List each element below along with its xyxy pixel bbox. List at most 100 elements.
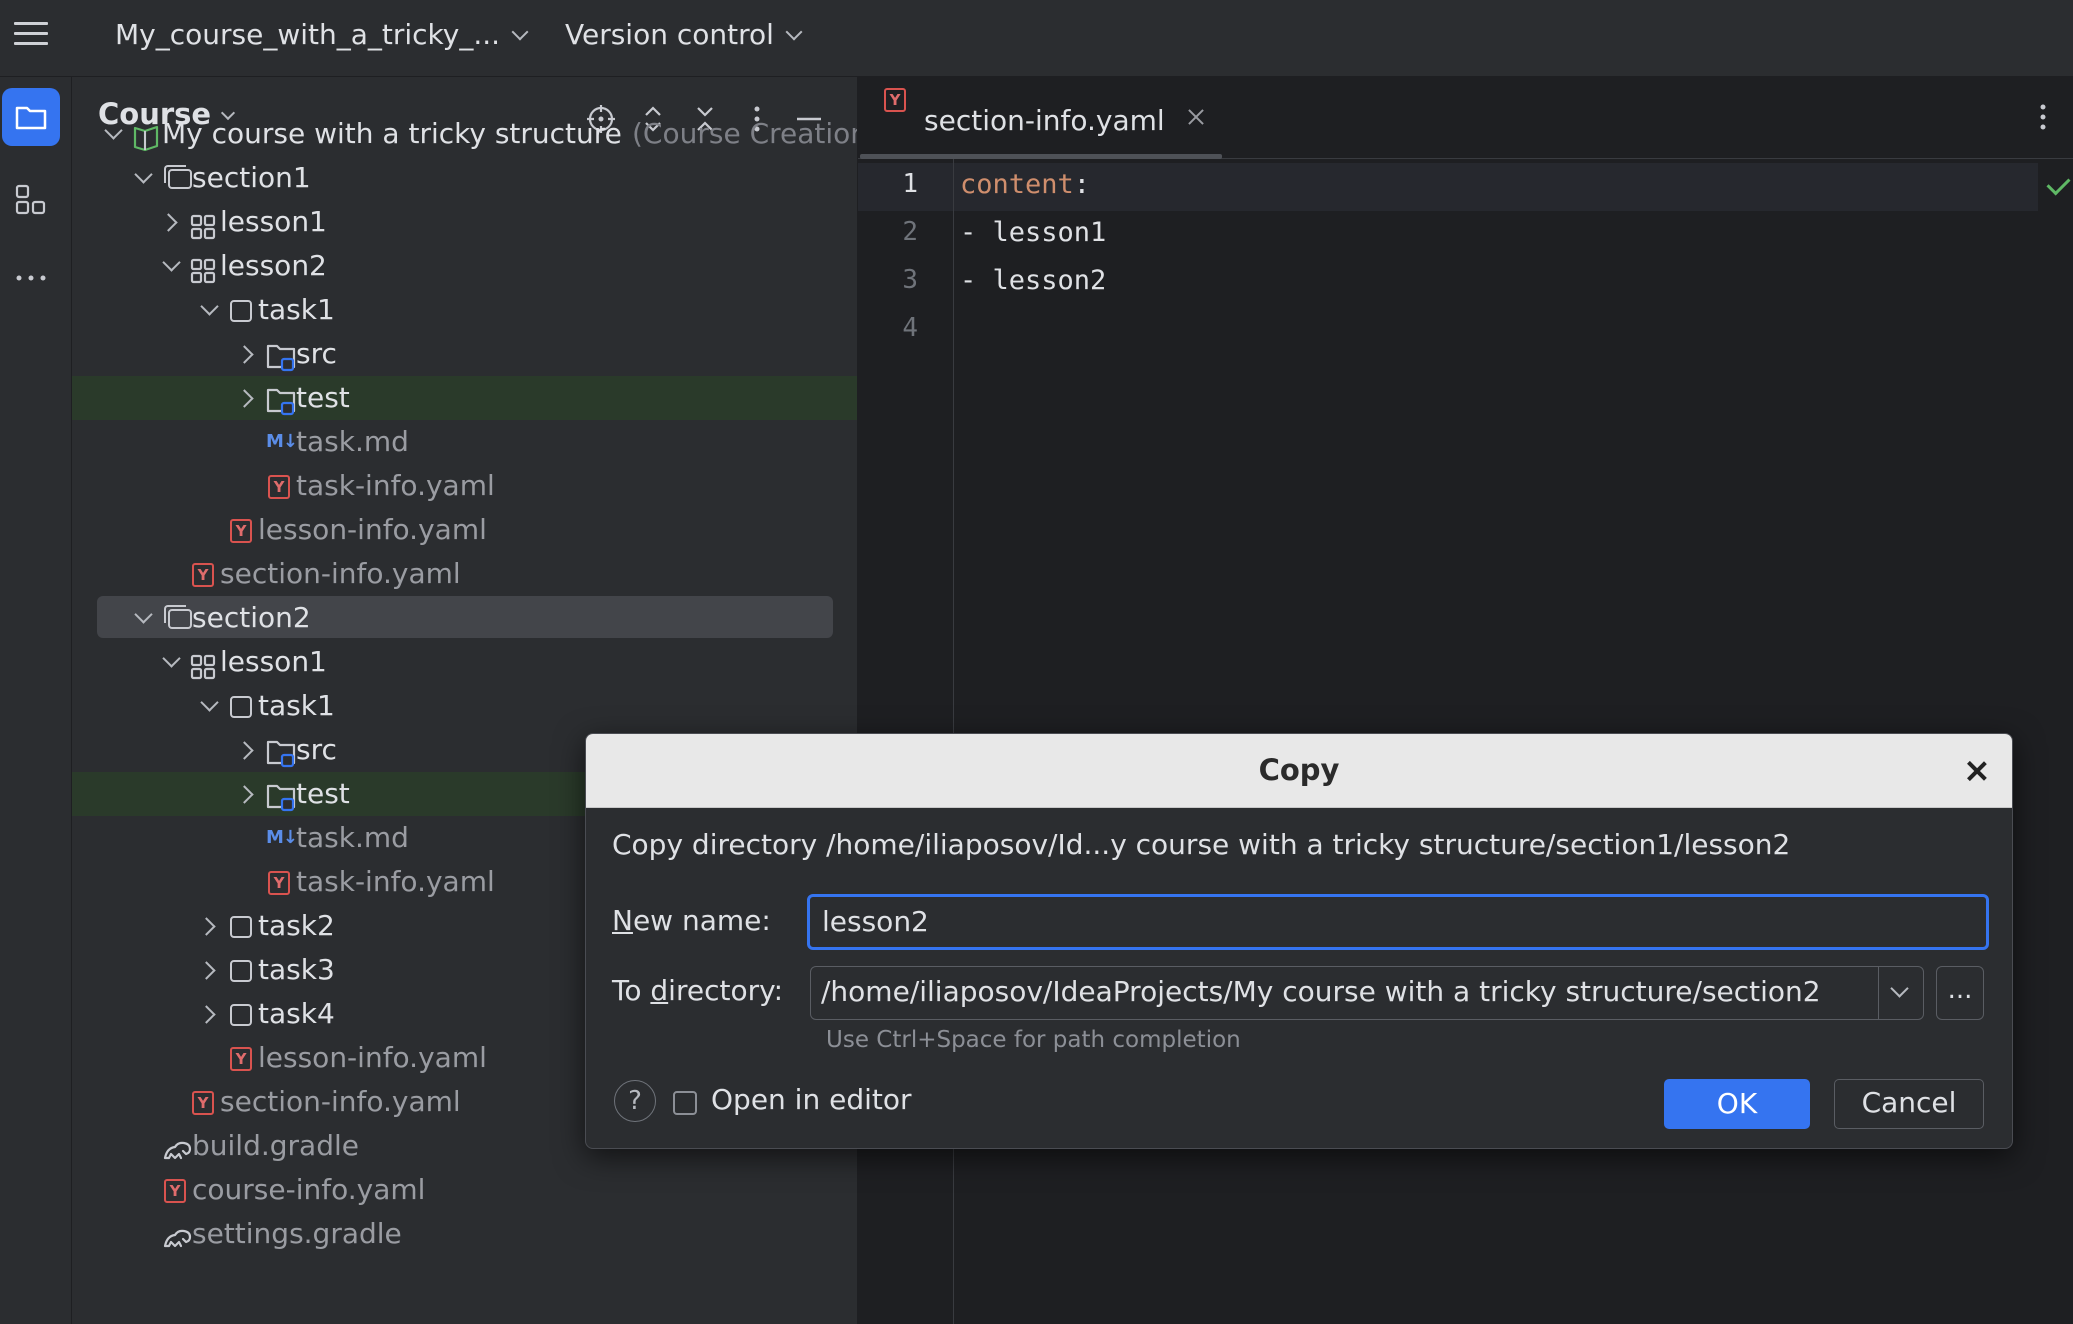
markdown-icon: M↓: [266, 827, 298, 848]
copy-dialog: Copy Copy directory /home/iliaposov/Id..…: [585, 733, 2013, 1149]
tree-item[interactable]: Ytask-info.yaml: [72, 464, 857, 508]
chevron-down-icon[interactable]: [198, 288, 220, 332]
to-directory-combo[interactable]: /home/iliaposov/IdeaProjects/My course w…: [810, 966, 1924, 1020]
chevron-down-icon[interactable]: [132, 596, 154, 640]
tree-item[interactable]: task1: [72, 684, 857, 728]
browse-button[interactable]: ...: [1936, 966, 1984, 1020]
tree-item-label: lesson-info.yaml: [258, 513, 487, 546]
tree-item[interactable]: M↓ task.md: [72, 420, 857, 464]
tree-item[interactable]: Ylesson-info.yaml: [72, 508, 857, 552]
dialog-message: Copy directory /home/iliaposov/Id...y co…: [612, 828, 1791, 861]
tree-item[interactable]: section2: [72, 596, 857, 640]
section-icon: [164, 165, 192, 189]
tree-item[interactable]: task1: [72, 288, 857, 332]
open-in-editor-checkbox[interactable]: [673, 1091, 697, 1115]
tree-item-label: src: [296, 337, 337, 370]
tree-item-label: task3: [258, 953, 335, 986]
tree-item-label: lesson2: [220, 249, 327, 282]
tree-item[interactable]: My course with a tricky structure (Course…: [72, 112, 858, 156]
chevron-down-icon[interactable]: [160, 640, 182, 684]
gradle-icon: [162, 1133, 192, 1161]
to-directory-label: To directory:: [612, 974, 784, 1007]
close-icon[interactable]: [1960, 754, 1994, 788]
task-icon: [230, 960, 252, 982]
tab-section-info-yaml[interactable]: Y section-info.yaml: [884, 77, 1165, 159]
ok-button[interactable]: OK: [1664, 1079, 1810, 1129]
structure-icon: [15, 184, 46, 215]
project-selector[interactable]: My_course_with_a_tricky_...: [115, 18, 529, 51]
yaml-icon: Y: [192, 1091, 214, 1115]
code-line[interactable]: content:: [960, 169, 1090, 200]
code-line[interactable]: - lesson2: [960, 265, 1106, 296]
chevron-right-icon[interactable]: [236, 728, 258, 772]
no-problems-check-icon[interactable]: [2046, 171, 2071, 196]
yaml-key: content: [960, 169, 1074, 200]
tree-item-label: course-info.yaml: [192, 1173, 426, 1206]
task-icon: [230, 1004, 252, 1026]
tree-item[interactable]: settings.gradle: [72, 1212, 857, 1256]
chevron-right-icon[interactable]: [236, 376, 258, 420]
chevron-down-icon[interactable]: [160, 244, 182, 288]
tree-item-label: task1: [258, 689, 335, 722]
chevron-right-icon[interactable]: [236, 332, 258, 376]
tab-close-icon[interactable]: [1176, 97, 1216, 137]
line-number: 3: [902, 265, 918, 295]
help-icon[interactable]: ?: [614, 1080, 656, 1122]
editor-options-icon[interactable]: [2039, 103, 2051, 135]
code-line[interactable]: - lesson1: [960, 217, 1106, 248]
tree-item[interactable]: lesson1: [72, 640, 857, 684]
chevron-right-icon[interactable]: [198, 948, 220, 992]
test-folder-icon: [266, 385, 296, 416]
tree-item[interactable]: test: [72, 376, 857, 420]
tree-item[interactable]: src: [72, 332, 857, 376]
vcs-selector[interactable]: Version control: [565, 18, 803, 51]
tab-label: section-info.yaml: [924, 104, 1165, 137]
cancel-button[interactable]: Cancel: [1834, 1079, 1984, 1129]
new-name-input[interactable]: lesson2: [807, 894, 1989, 950]
to-directory-value: /home/iliaposov/IdeaProjects/My course w…: [821, 975, 1821, 1008]
course-book-icon: [132, 121, 160, 152]
source-folder-icon: [266, 737, 296, 768]
chevron-right-icon[interactable]: [236, 772, 258, 816]
tree-item[interactable]: lesson1: [72, 200, 857, 244]
main-toolbar: My_course_with_a_tricky_... Version cont…: [0, 0, 2073, 77]
structure-tool-button[interactable]: [2, 171, 60, 229]
open-in-editor-label[interactable]: Open in editor: [711, 1083, 912, 1116]
gradle-icon: [162, 1221, 192, 1249]
tree-item[interactable]: lesson2: [72, 244, 857, 288]
dialog-title: Copy: [1258, 753, 1340, 787]
folder-icon: [15, 106, 47, 130]
chevron-down-icon[interactable]: [1878, 967, 1923, 1019]
active-tab-indicator: [860, 154, 1222, 159]
chevron-down-icon[interactable]: [132, 156, 154, 200]
more-tools-button[interactable]: [2, 249, 60, 307]
tree-item[interactable]: Ysection-info.yaml: [72, 552, 857, 596]
chevron-right-icon[interactable]: [160, 200, 182, 244]
tree-item-label: section2: [192, 601, 311, 634]
main-menu-icon[interactable]: [14, 22, 48, 52]
chevron-down-icon[interactable]: [198, 684, 220, 728]
tree-item[interactable]: Ycourse-info.yaml: [72, 1168, 857, 1212]
tree-item-label: lesson1: [220, 205, 327, 238]
chevron-down-icon: [785, 23, 803, 41]
yaml-icon: Y: [230, 519, 252, 543]
chevron-right-icon[interactable]: [198, 904, 220, 948]
yaml-icon: Y: [268, 475, 290, 499]
yaml-icon: Y: [884, 88, 906, 112]
tree-item[interactable]: section1: [72, 156, 857, 200]
tree-item-label: task-info.yaml: [296, 865, 495, 898]
section-icon: [164, 605, 192, 629]
vcs-label: Version control: [565, 18, 774, 51]
tree-item-label: task.md: [296, 821, 409, 854]
yaml-icon: Y: [230, 1047, 252, 1071]
project-tool-button[interactable]: [2, 88, 60, 146]
project-name: My_course_with_a_tricky_...: [115, 18, 501, 51]
yaml-icon: Y: [164, 1179, 186, 1203]
yaml-colon: :: [1073, 169, 1091, 200]
tree-item-label: section-info.yaml: [220, 557, 461, 590]
chevron-down-icon[interactable]: [102, 112, 124, 156]
chevron-right-icon[interactable]: [198, 992, 220, 1036]
tree-item-label: lesson-info.yaml: [258, 1041, 487, 1074]
tool-window-strip: [0, 77, 72, 1324]
tree-item-suffix: (Course Creation): [632, 117, 858, 150]
